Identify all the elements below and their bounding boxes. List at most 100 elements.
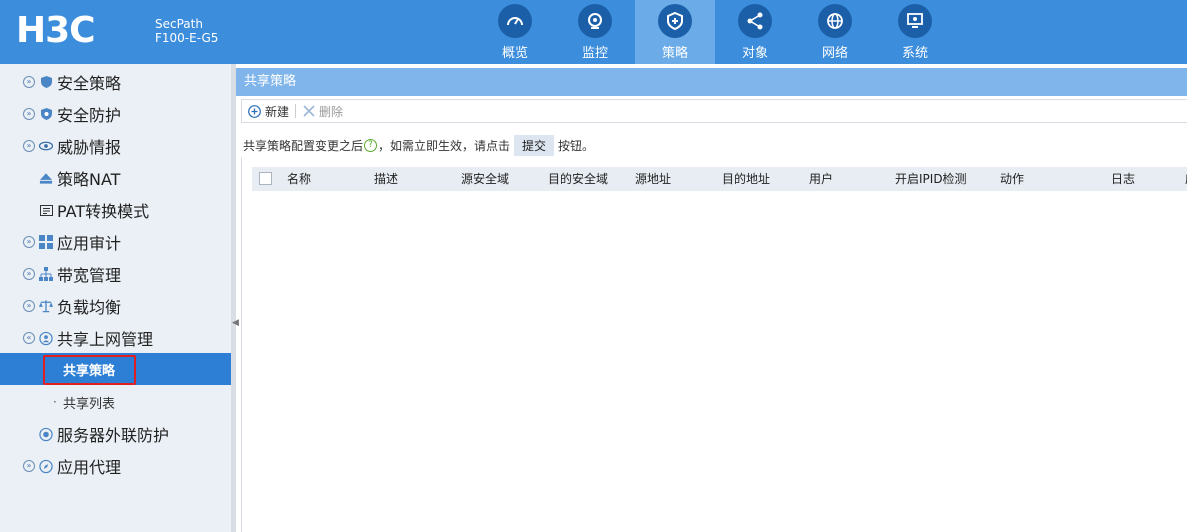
sidebar-item-label: 策略NAT [57, 170, 121, 189]
list-box-icon [39, 203, 53, 217]
column-header-ipid-detect[interactable]: 开启IPID检测 [895, 167, 967, 191]
h3c-logo: H3C [16, 12, 96, 46]
sidebar-item-label: 安全防护 [57, 106, 122, 125]
sidebar-item-load-balance[interactable]: » 负载均衡 [0, 290, 231, 322]
eye-icon [39, 139, 53, 153]
expand-icon[interactable]: » [23, 236, 35, 248]
nav-object[interactable]: 对象 [715, 0, 795, 64]
speedometer-icon [498, 4, 532, 38]
globe-icon [818, 4, 852, 38]
page-title: 共享策略 [236, 68, 1187, 96]
sidebar: » 安全策略 » 安全防护 » 威胁情报 策略NAT PAT转换模式 » 应用审… [0, 64, 231, 532]
sidebar-item-shared-internet[interactable]: « 共享上网管理 [0, 322, 231, 354]
hierarchy-icon [39, 267, 53, 281]
nav-policy[interactable]: 策略 [635, 0, 715, 64]
collapse-icon[interactable]: « [23, 332, 35, 344]
nav-overview[interactable]: 概览 [475, 0, 555, 64]
sidebar-item-label: 带宽管理 [57, 266, 122, 285]
nav-object-label: 对象 [741, 46, 768, 61]
expand-icon[interactable]: » [23, 108, 35, 120]
share-nodes-icon [738, 4, 772, 38]
sidebar-item-bandwidth[interactable]: » 带宽管理 [0, 258, 231, 290]
notice-text-before: 共享策略配置变更之后 [243, 139, 364, 153]
nav-network[interactable]: 网络 [795, 0, 875, 64]
monitor-gear-icon [898, 4, 932, 38]
expand-icon[interactable]: » [23, 460, 35, 472]
column-header-source-address[interactable]: 源地址 [635, 167, 671, 191]
product-name: SecPath F100-E-G5 [155, 17, 218, 45]
sidebar-item-label: 共享上网管理 [57, 330, 154, 349]
plus-circle-icon [248, 104, 261, 118]
main-content: 共享策略 新建 删除 共享策略配置变更之后 ? ，如需立即生效，请点击 提交 按… [236, 64, 1187, 532]
sidebar-item-server-outbound[interactable]: 服务器外联防护 [0, 418, 231, 450]
sidebar-item-shared-policy[interactable]: 共享策略 [0, 353, 231, 385]
sidebar-item-security-protection[interactable]: » 安全防护 [0, 98, 231, 130]
top-bar: H3C SecPath F100-E-G5 概览 监控 策略 对象 网络 系统 [0, 0, 1187, 64]
sidebar-item-policy-nat[interactable]: 策略NAT [0, 162, 231, 194]
nav-system[interactable]: 系统 [875, 0, 955, 64]
delete-button[interactable]: 删除 [296, 103, 349, 120]
column-header-description[interactable]: 描述 [374, 167, 398, 191]
sidebar-item-label: 应用审计 [57, 234, 122, 253]
sidebar-item-label: 服务器外联防护 [57, 426, 170, 445]
sidebar-item-app-audit[interactable]: » 应用审计 [0, 226, 231, 258]
new-button[interactable]: 新建 [242, 103, 295, 120]
table-header: 名称 描述 源安全域 目的安全域 源地址 目的地址 用户 开启IPID检测 动作… [252, 167, 1187, 191]
new-button-label: 新建 [265, 104, 290, 119]
notice-text-after: 按钮。 [558, 139, 595, 153]
nav-policy-label: 策略 [661, 46, 688, 61]
column-header-log[interactable]: 日志 [1111, 167, 1135, 191]
user-share-icon [39, 331, 53, 345]
sidebar-item-shared-list[interactable]: · 共享列表 [0, 386, 231, 418]
select-all-checkbox[interactable] [259, 172, 272, 185]
sidebar-item-security-policy[interactable]: » 安全策略 [0, 66, 231, 98]
column-header-user[interactable]: 用户 [809, 167, 833, 191]
sidebar-item-label: 负载均衡 [57, 298, 122, 317]
expand-icon[interactable]: » [23, 268, 35, 280]
svg-text:H3C: H3C [16, 12, 95, 46]
submit-button[interactable]: 提交 [514, 135, 555, 156]
column-header-name[interactable]: 名称 [287, 167, 311, 191]
column-header-action[interactable]: 动作 [1000, 167, 1024, 191]
nav-system-label: 系统 [901, 46, 928, 61]
delete-button-label: 删除 [319, 104, 344, 119]
nav-network-label: 网络 [821, 46, 848, 61]
sidebar-item-label: 应用代理 [57, 458, 122, 477]
nav-monitor-label: 监控 [581, 46, 608, 61]
sidebar-item-threat-intel[interactable]: » 威胁情报 [0, 130, 231, 162]
shield-icon [39, 75, 53, 89]
server-shield-icon [39, 427, 53, 441]
sidebar-item-label: 安全策略 [57, 74, 122, 93]
toolbar: 新建 删除 [241, 99, 1187, 123]
sidebar-item-label: 共享策略 [63, 363, 116, 379]
expand-icon[interactable]: » [23, 300, 35, 312]
product-line-1: SecPath [155, 17, 203, 31]
sidebar-item-label: 威胁情报 [57, 138, 122, 157]
sidebar-item-app-proxy[interactable]: » 应用代理 [0, 450, 231, 482]
close-icon [302, 105, 315, 118]
grid-icon [39, 235, 53, 249]
nav-overview-label: 概览 [501, 46, 528, 61]
expand-icon[interactable]: » [23, 76, 35, 88]
column-header-dest-address[interactable]: 目的地址 [722, 167, 770, 191]
notice-text-middle: ，如需立即生效，请点击 [378, 139, 511, 153]
column-header-dest-zone[interactable]: 目的安全域 [548, 167, 608, 191]
scale-icon [39, 299, 53, 313]
shield-plus-icon [658, 4, 692, 38]
product-line-2: F100-E-G5 [155, 31, 219, 45]
main-nav: 概览 监控 策略 对象 网络 系统 [475, 0, 955, 64]
sidebar-item-pat-mode[interactable]: PAT转换模式 [0, 194, 231, 226]
compass-icon [39, 459, 53, 473]
help-icon[interactable]: ? [364, 139, 378, 152]
column-header-source-zone[interactable]: 源安全域 [461, 167, 509, 191]
sidebar-item-label: PAT转换模式 [57, 202, 150, 221]
shield-check-icon [39, 107, 53, 121]
bullet-icon: · [53, 395, 57, 409]
sidebar-item-label: 共享列表 [63, 396, 116, 412]
policy-table: 名称 描述 源安全域 目的安全域 源地址 目的地址 用户 开启IPID检测 动作… [241, 157, 1187, 532]
expand-icon[interactable]: » [23, 140, 35, 152]
nav-monitor[interactable]: 监控 [555, 0, 635, 64]
webcam-icon [578, 4, 612, 38]
network-nat-icon [39, 171, 53, 185]
submit-notice: 共享策略配置变更之后 ? ，如需立即生效，请点击 提交 按钮。 [243, 135, 594, 156]
